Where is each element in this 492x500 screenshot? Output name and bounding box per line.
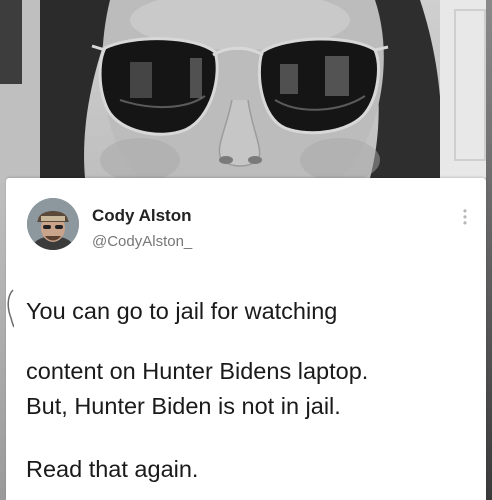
more-vertical-icon[interactable]: • • • [462, 205, 468, 229]
photo-edge [486, 0, 492, 500]
author-handle[interactable]: @CodyAlston_ [92, 233, 192, 250]
author-avatar[interactable] [27, 198, 79, 250]
tweet-card: Cody Alston @CodyAlston_ • • • You can go … [6, 178, 486, 500]
tweet-line-2: content on Hunter Bidens laptop. [26, 358, 369, 384]
page-curl-mark [7, 289, 14, 328]
avatar-icon [27, 198, 79, 250]
author-name[interactable]: Cody Alston [92, 206, 191, 226]
tweet-line-1: You can go to jail for watching [26, 298, 338, 324]
tweet-paragraph-3: Read that again. [26, 456, 199, 482]
tweet-paragraph-2: But, Hunter Biden is not in jail. [26, 393, 341, 419]
